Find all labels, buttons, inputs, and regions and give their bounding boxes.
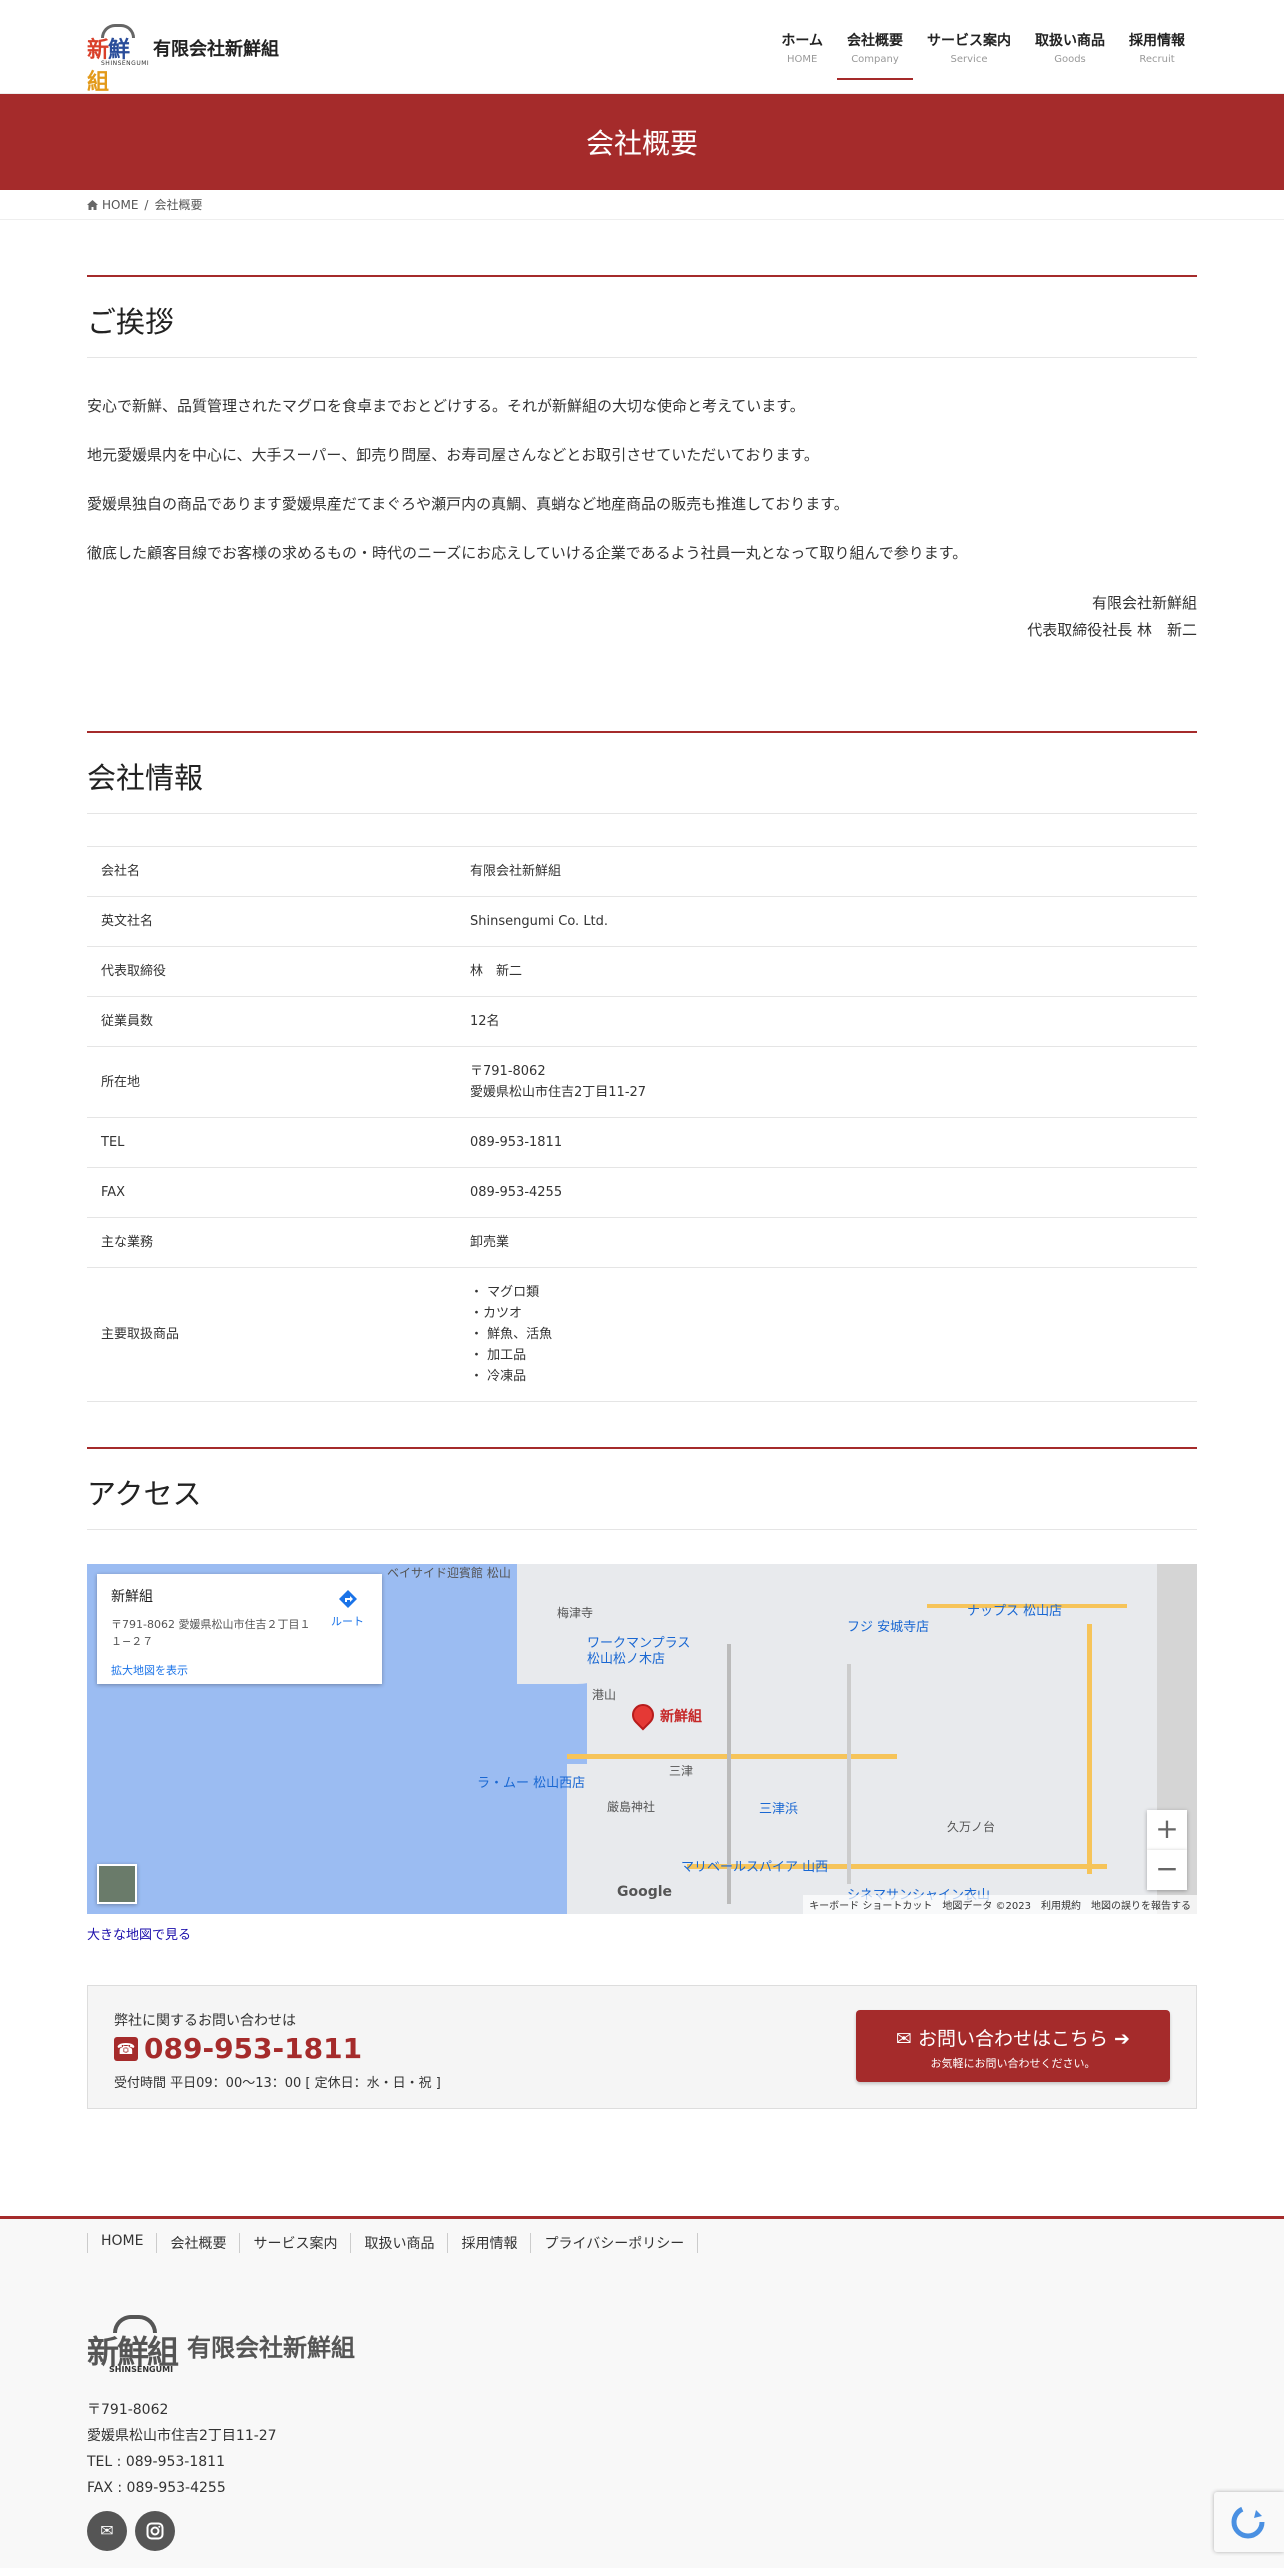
greeting-heading-block: ご挨拶 — [87, 275, 1197, 358]
greeting-paragraph: 地元愛媛県内を中心に、大手スーパー、卸売り問屋、お寿司屋さんなどとお取引させてい… — [87, 446, 819, 464]
footer-nav-recruit[interactable]: 採用情報 — [447, 2233, 530, 2253]
arrow-circle-right-icon: ➔ — [1114, 2028, 1130, 2050]
footer-address: 〒791-8062 愛媛県松山市住吉2丁目11-27 TEL : 089-953… — [87, 2402, 277, 2496]
site-logo[interactable]: 新鮮組 SHINSENGUMI 有限会社新鮮組 — [87, 24, 279, 95]
map-info-card: 新鮮組 〒791-8062 愛媛県松山市住吉２丁目１１−２７ 拡大地図を表示 ル… — [97, 1574, 382, 1684]
contact-hours: 受付時間 平日09：00～13：00 [ 定休日：水・日・祝 ] — [114, 2076, 441, 2091]
contact-button[interactable]: ✉ お問い合わせはこちら ➔ お気軽にお問い合わせください。 — [856, 2010, 1170, 2082]
recaptcha-icon — [1231, 2505, 1265, 2539]
nav-company[interactable]: 会社概要 Company — [835, 30, 915, 80]
nav-home[interactable]: ホーム HOME — [769, 30, 835, 80]
contact-lead: 弊社に関するお問い合わせは — [114, 2013, 296, 2029]
contact-tel[interactable]: ☎ 089-953-1811 — [114, 2032, 362, 2065]
breadcrumb-current: 会社概要 — [154, 198, 203, 212]
google-logo: Google — [617, 1884, 673, 1900]
logo-mark: 新鮮組 SHINSENGUMI — [87, 24, 149, 95]
nav-service[interactable]: サービス案内 Service — [915, 30, 1023, 80]
logo-text: 有限会社新鮮組 — [153, 39, 279, 60]
map-route-button[interactable]: ルート — [331, 1588, 364, 1629]
footer-nav-goods[interactable]: 取扱い商品 — [350, 2233, 447, 2253]
company-info-heading-block: 会社情報 — [87, 731, 1197, 814]
footer-social: ✉ — [87, 2511, 183, 2551]
footer-nav-home[interactable]: HOME — [87, 2233, 156, 2253]
table-row: 主な業務 卸売業 — [87, 1217, 1197, 1268]
table-row: 代表取締役林 新二 — [87, 946, 1197, 997]
global-nav: ホーム HOME 会社概要 Company サービス案内 Service 取扱い商品 G… — [769, 30, 1197, 80]
greeting-paragraph: 安心で新鮮、品質管理されたマグロを食卓までおとどけする。それが新鮮組の大切な使命… — [87, 397, 805, 415]
map-place-address: 〒791-8062 愛媛県松山市住吉２丁目１１−２７ — [111, 1618, 311, 1648]
map-enlarge-link[interactable]: 拡大地図を表示 — [111, 1662, 368, 1678]
mail-icon[interactable]: ✉ — [87, 2511, 127, 2551]
table-row: 主要取扱商品・ マグロ類 ・カツオ・ 鮮魚、活魚・ 加工品・ 冷凍品 — [87, 1267, 1197, 1402]
company-info-heading: 会社情報 — [87, 761, 204, 795]
footer-nav: HOME 会社概要 サービス案内 取扱い商品 採用情報 プライバシーポリシー — [87, 2233, 1284, 2253]
large-map-link[interactable]: 大きな地図で見る — [87, 1924, 1197, 1943]
footer-nav-service[interactable]: サービス案内 — [239, 2233, 350, 2253]
instagram-icon[interactable] — [135, 2511, 175, 2551]
nav-goods[interactable]: 取扱い商品 Goods — [1023, 30, 1117, 80]
greeting-body: 安心で新鮮、品質管理されたマグロを食卓までおとどけする。それが新鮮組の大切な使命… — [87, 394, 1197, 644]
breadcrumb-home[interactable]: HOME — [102, 198, 138, 212]
map-zoom-in-button[interactable]: + — [1147, 1810, 1187, 1850]
breadcrumb: HOME / 会社概要 — [0, 190, 1284, 220]
map-zoom-out-button[interactable]: − — [1147, 1850, 1187, 1890]
table-row: FAX 089-953-4255 — [87, 1167, 1197, 1218]
greeting-paragraph: 愛媛県独自の商品であります愛媛県産だてまぐろや瀬戸内の真鯛、真蛸など地産商品の販… — [87, 495, 849, 513]
footer-nav-privacy[interactable]: プライバシーポリシー — [530, 2233, 699, 2253]
mail-icon: ✉ — [896, 2028, 912, 2050]
map-attribution[interactable]: キーボード ショートカット 地図データ ©2023 利用規約 地図の誤りを報告す… — [803, 1895, 1197, 1914]
map-satellite-toggle[interactable] — [97, 1864, 137, 1904]
footer-logo: 新鮮組 SHINSENGUMI 有限会社新鮮組 — [87, 2315, 355, 2375]
page-title-band: 会社概要 — [0, 94, 1284, 190]
greeting-signature: 有限会社新鮮組 代表取締役社長 林 新二 — [1027, 594, 1197, 639]
map-pin-icon[interactable]: 新鮮組 — [627, 1699, 702, 1731]
company-info-table: 会社名 有限会社新鮮組 英文社名 Shinsengumi Co. Ltd. 代表取締… — [87, 846, 1197, 1402]
embedded-map[interactable]: ベイサイド迎賓館 松山 梅津寺 フジ 安城寺店 ナップス 松山店 ワークマンプラ… — [87, 1564, 1197, 1914]
greeting-paragraph: 徹底した顧客目線でお客様の求めるもの・時代のニーズにお応えしていける企業であるよ… — [87, 544, 968, 562]
contact-box: 弊社に関するお問い合わせは ☎ 089-953-1811 受付時間 平日09：0… — [87, 1985, 1197, 2109]
footer-nav-company[interactable]: 会社概要 — [156, 2233, 239, 2253]
table-row: 従業員数 12名 — [87, 996, 1197, 1047]
site-header: 新鮮組 SHINSENGUMI 有限会社新鮮組 ホーム HOME 会社概要 Comp… — [0, 0, 1284, 95]
map-place-name: 新鮮組 — [111, 1589, 153, 1605]
table-row: 所在地 〒791-8062 愛媛県松山市住吉2丁目11-27 — [87, 1046, 1197, 1118]
directions-icon — [338, 1590, 357, 1608]
site-footer: HOME 会社概要 サービス案内 取扱い商品 採用情報 プライバシーポリシー 新… — [0, 2216, 1284, 2568]
greeting-heading: ご挨拶 — [87, 305, 175, 339]
recaptcha-badge[interactable] — [1214, 2492, 1284, 2552]
table-row: 会社名 有限会社新鮮組 — [87, 846, 1197, 897]
home-icon — [87, 199, 98, 210]
access-heading: アクセス — [87, 1477, 202, 1511]
table-row: TEL 089-953-1811 — [87, 1117, 1197, 1168]
table-row: 英文社名 Shinsengumi Co. Ltd. — [87, 896, 1197, 947]
nav-recruit[interactable]: 採用情報 Recruit — [1117, 30, 1197, 80]
phone-icon: ☎ — [114, 2036, 138, 2061]
access-heading-block: アクセス — [87, 1447, 1197, 1530]
page-title: 会社概要 — [585, 127, 698, 160]
